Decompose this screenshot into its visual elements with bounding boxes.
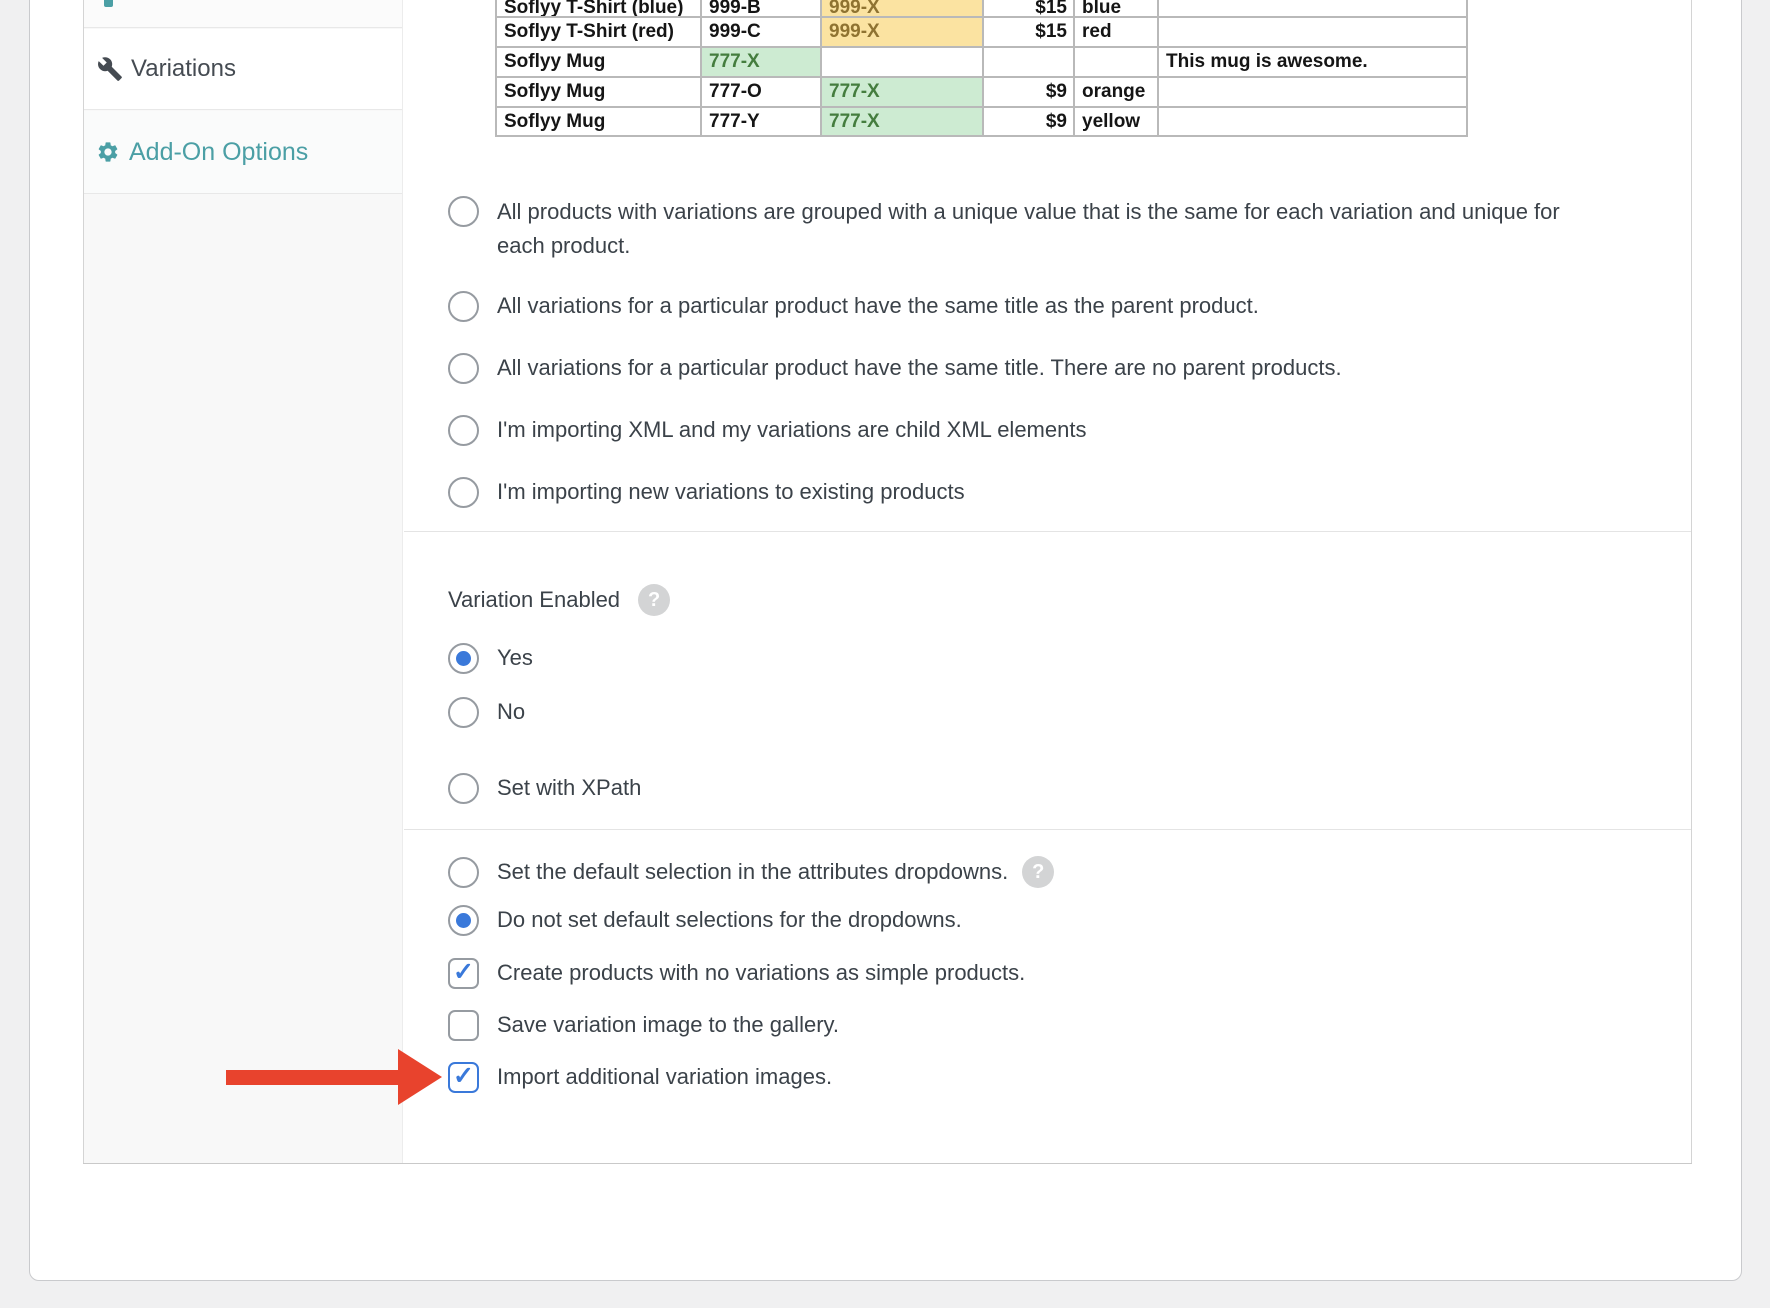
arrow-shaft xyxy=(226,1070,398,1085)
spreadsheet-cell: Soflyy T-Shirt (blue) xyxy=(497,0,702,18)
settings-sidebar: Variations Add-On Options xyxy=(84,0,403,1163)
spreadsheet-cell xyxy=(1159,0,1468,18)
option-create-simple-products: Create products with no variations as si… xyxy=(448,956,1025,990)
spreadsheet-cell: $15 xyxy=(984,0,1075,18)
addon-options-page: Variations Add-On Options Soflyy T-Shirt… xyxy=(0,0,1770,1308)
spreadsheet-cell: 999-X xyxy=(822,0,984,18)
red-arrow-annotation xyxy=(226,1049,442,1105)
spreadsheet-cell: This mug is awesome. xyxy=(1159,48,1468,78)
spreadsheet-cell: 999-C xyxy=(702,18,822,48)
radio-same-title-no-parent[interactable] xyxy=(448,353,479,384)
spreadsheet-cell xyxy=(822,48,984,78)
wrench-icon xyxy=(97,56,123,82)
panel-border-left xyxy=(83,0,84,1164)
spreadsheet-cell: Soflyy Mug xyxy=(497,48,702,78)
spreadsheet-cell: Soflyy Mug xyxy=(497,108,702,137)
sidebar-item-label: Variations xyxy=(131,55,236,83)
gear-icon xyxy=(96,140,120,164)
spreadsheet-cell: $15 xyxy=(984,18,1075,48)
option-xml-child-elements: I'm importing XML and my variations are … xyxy=(448,413,1086,447)
option-grouped-unique-value: All products with variations are grouped… xyxy=(448,195,1577,263)
radio-variation-enabled-no[interactable] xyxy=(448,697,479,728)
option-same-title-parent: All variations for a particular product … xyxy=(448,289,1259,323)
spreadsheet-cell: 777-Y xyxy=(702,108,822,137)
sidebar-item-partial[interactable] xyxy=(84,0,402,28)
radio-variation-enabled-yes[interactable] xyxy=(448,643,479,674)
option-label: Yes xyxy=(497,641,533,675)
question-mark-icon[interactable]: ? xyxy=(638,584,670,616)
arrow-head xyxy=(398,1049,442,1105)
panel-border-right xyxy=(1691,0,1692,1164)
option-set-with-xpath: Set with XPath xyxy=(448,771,641,805)
radio-no-default-selection[interactable] xyxy=(448,905,479,936)
spreadsheet-cell: Soflyy Mug xyxy=(497,78,702,108)
option-label: All products with variations are grouped… xyxy=(497,195,1577,263)
checkbox-create-simple-products[interactable] xyxy=(448,958,479,989)
option-label: Import additional variation images. xyxy=(497,1060,832,1094)
checkbox-import-additional-images[interactable] xyxy=(448,1062,479,1093)
sidebar-item-addon-options[interactable]: Add-On Options xyxy=(84,111,402,194)
radio-set-with-xpath[interactable] xyxy=(448,773,479,804)
option-label: Save variation image to the gallery. xyxy=(497,1008,839,1042)
partial-icon xyxy=(104,0,113,7)
spreadsheet-cell: 999-B xyxy=(702,0,822,18)
radio-grouped-unique-value[interactable] xyxy=(448,196,479,227)
checkbox-save-variation-image[interactable] xyxy=(448,1010,479,1041)
option-label: All variations for a particular product … xyxy=(497,351,1342,385)
sidebar-item-variations[interactable]: Variations xyxy=(84,29,402,110)
option-label: Create products with no variations as si… xyxy=(497,956,1025,990)
spreadsheet-cell: 777-O xyxy=(702,78,822,108)
spreadsheet-cell: 777-X xyxy=(822,78,984,108)
panel-border-bottom xyxy=(83,1163,1692,1164)
option-label: No xyxy=(497,695,525,729)
option-set-default-selection: Set the default selection in the attribu… xyxy=(448,855,1054,889)
option-label: I'm importing new variations to existing… xyxy=(497,475,965,509)
spreadsheet-cell xyxy=(1159,108,1468,137)
spreadsheet-cell: $9 xyxy=(984,78,1075,108)
option-new-variations-existing: I'm importing new variations to existing… xyxy=(448,475,965,509)
spreadsheet-cell xyxy=(1159,18,1468,48)
option-label: I'm importing XML and my variations are … xyxy=(497,413,1086,447)
spreadsheet-cell xyxy=(984,48,1075,78)
option-label: Do not set default selections for the dr… xyxy=(497,903,962,937)
spreadsheet-cell: red xyxy=(1075,18,1159,48)
option-import-additional-images: Import additional variation images. xyxy=(448,1060,832,1094)
option-label: All variations for a particular product … xyxy=(497,289,1259,323)
option-variation-enabled-yes: Yes xyxy=(448,641,533,675)
spreadsheet-cell xyxy=(1075,48,1159,78)
option-variation-enabled-no: No xyxy=(448,695,525,729)
spreadsheet-cell: 777-X xyxy=(822,108,984,137)
section-divider xyxy=(404,829,1691,830)
radio-same-title-parent[interactable] xyxy=(448,291,479,322)
spreadsheet-cell: $9 xyxy=(984,108,1075,137)
example-spreadsheet: Soflyy T-Shirt (blue) 999-B 999-X $15 bl… xyxy=(495,0,1468,137)
option-same-title-no-parent: All variations for a particular product … xyxy=(448,351,1342,385)
option-save-variation-image: Save variation image to the gallery. xyxy=(448,1008,839,1042)
section-divider xyxy=(404,531,1691,532)
option-label: Set with XPath xyxy=(497,771,641,805)
spreadsheet-cell: 999-X xyxy=(822,18,984,48)
option-label: Set the default selection in the attribu… xyxy=(497,855,1008,889)
variation-enabled-section: Variation Enabled ? xyxy=(448,584,670,616)
spreadsheet-cell xyxy=(1159,78,1468,108)
option-no-default-selection: Do not set default selections for the dr… xyxy=(448,903,962,937)
radio-set-default-selection[interactable] xyxy=(448,857,479,888)
sidebar-item-label: Add-On Options xyxy=(129,138,308,167)
spreadsheet-cell: 777-X xyxy=(702,48,822,78)
spreadsheet-cell: orange xyxy=(1075,78,1159,108)
radio-new-variations-existing[interactable] xyxy=(448,477,479,508)
spreadsheet-cell: blue xyxy=(1075,0,1159,18)
question-mark-icon[interactable]: ? xyxy=(1022,856,1054,888)
variation-enabled-label: Variation Enabled xyxy=(448,587,620,613)
spreadsheet-cell: Soflyy T-Shirt (red) xyxy=(497,18,702,48)
radio-xml-child-elements[interactable] xyxy=(448,415,479,446)
spreadsheet-cell: yellow xyxy=(1075,108,1159,137)
